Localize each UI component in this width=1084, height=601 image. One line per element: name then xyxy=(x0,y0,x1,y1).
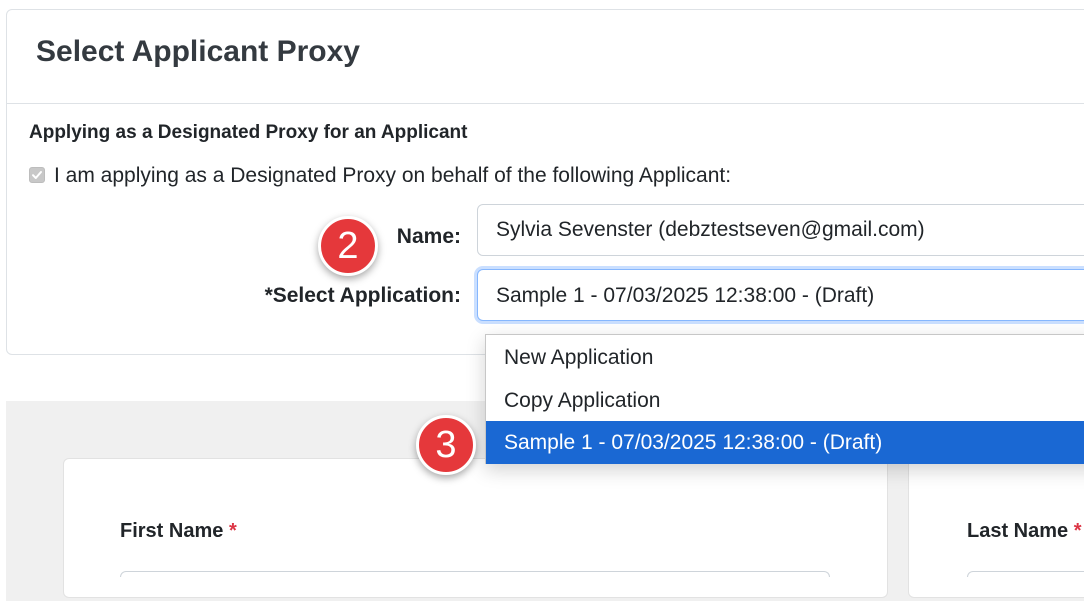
last-name-label: Last Name * xyxy=(967,520,1082,543)
first-name-label: First Name * xyxy=(120,520,237,543)
proxy-section-heading: Applying as a Designated Proxy for an Ap… xyxy=(29,122,468,143)
first-name-label-text: First Name xyxy=(120,520,224,542)
page-title: Select Applicant Proxy xyxy=(36,35,360,68)
application-options-list: New Application Copy Application Sample … xyxy=(485,334,1084,464)
option-sample-1-draft[interactable]: Sample 1 - 07/03/2025 12:38:00 - (Draft) xyxy=(486,421,1084,464)
checkmark-icon xyxy=(32,171,42,179)
proxy-checkbox-label: I am applying as a Designated Proxy on b… xyxy=(54,164,732,187)
step-marker-3: 3 xyxy=(416,415,476,475)
step-marker-2: 2 xyxy=(318,216,378,276)
last-name-input[interactable] xyxy=(967,571,1084,577)
name-label: Name: xyxy=(396,225,461,248)
name-field[interactable]: Sylvia Sevenster (debztestseven@gmail.co… xyxy=(477,204,1084,256)
proxy-checkbox[interactable] xyxy=(29,167,45,183)
last-name-label-text: Last Name xyxy=(967,520,1069,542)
first-name-input[interactable] xyxy=(120,571,830,577)
option-copy-application[interactable]: Copy Application xyxy=(486,379,1084,422)
required-marker: * xyxy=(228,520,237,542)
card-header: Select Applicant Proxy xyxy=(7,10,1084,104)
select-application-label: *Select Application: xyxy=(264,284,461,307)
select-application-dropdown[interactable]: Sample 1 - 07/03/2025 12:38:00 - (Draft) xyxy=(477,269,1084,321)
required-marker: * xyxy=(1073,520,1082,542)
option-new-application[interactable]: New Application xyxy=(486,336,1084,379)
